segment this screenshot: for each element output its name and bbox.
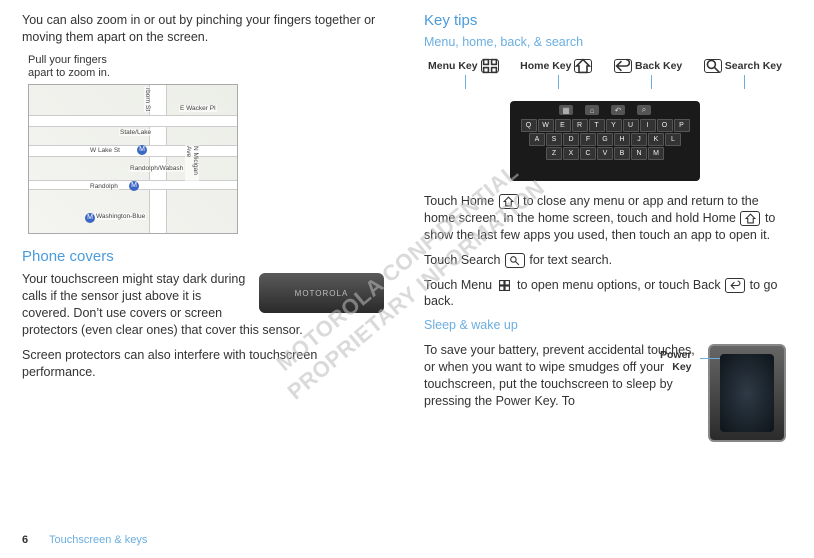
menu-home-back-search-heading: Menu, home, back, & search (424, 35, 786, 49)
home-key-para: Touch Home to close any menu or app and … (424, 193, 786, 244)
search-key-icon (505, 253, 525, 268)
keyboard-key: B (614, 147, 630, 160)
keyboard-key: M (648, 147, 664, 160)
keyboard-key: L (665, 133, 681, 146)
home-key-icon (740, 211, 760, 226)
keyboard-key: W (538, 119, 554, 132)
map-street-label: N Micigan Ave (185, 145, 199, 183)
keyboard-key: D (563, 133, 579, 146)
back-softkey-icon: ↶ (611, 105, 625, 115)
menu-softkey-icon: ▦ (559, 105, 573, 115)
key-tips-heading: Key tips (424, 12, 786, 29)
back-key-icon (614, 59, 632, 73)
keyboard-key: P (674, 119, 690, 132)
keyboard-key: Z (546, 147, 562, 160)
map-stop-label: Washington-Blue (95, 213, 146, 220)
key-diagram: Menu Key Home Key Back Key (424, 59, 786, 181)
zoom-intro-text: You can also zoom in or out by pinching … (22, 12, 384, 46)
keyboard-key: E (555, 119, 571, 132)
search-key-icon (704, 59, 722, 73)
map-street-label: rborn St (144, 87, 151, 112)
keyboard-key: R (572, 119, 588, 132)
home-softkey-icon: ⌂ (585, 105, 599, 115)
phone-cover-illustration: MOTOROLA (259, 273, 384, 313)
keyboard-key: A (529, 133, 545, 146)
right-column: Key tips Menu, home, back, & search Menu… (424, 12, 786, 444)
keyboard-key: T (589, 119, 605, 132)
keyboard-key: H (614, 133, 630, 146)
power-key-label: Power Key (660, 350, 692, 373)
map-stop-label: State/Lake (119, 129, 152, 136)
back-key-label: Back Key (614, 59, 682, 73)
home-key-icon (499, 194, 519, 209)
map-marker-icon: M (85, 213, 95, 223)
keyboard-key: G (597, 133, 613, 146)
menu-key-label: Menu Key (428, 59, 499, 73)
page-footer: 6 Touchscreen & keys (22, 534, 147, 546)
home-key-icon (574, 59, 592, 73)
menu-key-icon (481, 59, 499, 73)
keyboard-key: S (546, 133, 562, 146)
map-street-label: W Lake St (89, 147, 121, 154)
map-illustration: E Wacker Pl W Lake St Randolph N Micigan… (28, 84, 384, 234)
keyboard-key: X (563, 147, 579, 160)
keyboard-key: F (580, 133, 596, 146)
back-key-icon (725, 278, 745, 293)
keyboard-key: K (648, 133, 664, 146)
menu-key-icon (497, 278, 513, 293)
cover-brand-text: MOTOROLA (295, 289, 349, 298)
phone-covers-para2: Screen protectors can also interfere wit… (22, 347, 384, 381)
keyboard-key: U (623, 119, 639, 132)
chapter-title: Touchscreen & keys (49, 534, 147, 546)
phone-covers-heading: Phone covers (22, 248, 384, 265)
keyboard-key: J (631, 133, 647, 146)
phone-power-illustration: Power Key (708, 344, 786, 442)
page-number: 6 (22, 534, 28, 546)
search-key-para: Touch Search for text search. (424, 252, 786, 269)
sleep-wake-heading: Sleep & wake up (424, 318, 786, 332)
keyboard-key: I (640, 119, 656, 132)
keyboard-key: O (657, 119, 673, 132)
phone-keyboard-illustration: ▦ ⌂ ↶ ⌕ QWERTYUIOP ASDFGHJKL ZXCVBNM (510, 101, 700, 181)
map-street-label: Randolph (89, 183, 119, 190)
search-key-label: Search Key (704, 59, 782, 73)
zoom-hint-line1: Pull your fingers (28, 54, 107, 66)
keyboard-key: N (631, 147, 647, 160)
search-softkey-icon: ⌕ (637, 105, 651, 115)
left-column: You can also zoom in or out by pinching … (22, 12, 384, 444)
home-key-label: Home Key (520, 59, 592, 73)
keyboard-key: Q (521, 119, 537, 132)
map-stop-label: Randolph/Wabash (129, 165, 184, 172)
keyboard-key: C (580, 147, 596, 160)
map-street-label: E Wacker Pl (179, 105, 217, 112)
zoom-hint: Pull your fingers apart to zoom in. (28, 54, 384, 80)
menu-back-para: Touch Menu to open menu options, or touc… (424, 277, 786, 311)
zoom-hint-line2: apart to zoom in. (28, 67, 110, 79)
keyboard-key: Y (606, 119, 622, 132)
keyboard-key: V (597, 147, 613, 160)
